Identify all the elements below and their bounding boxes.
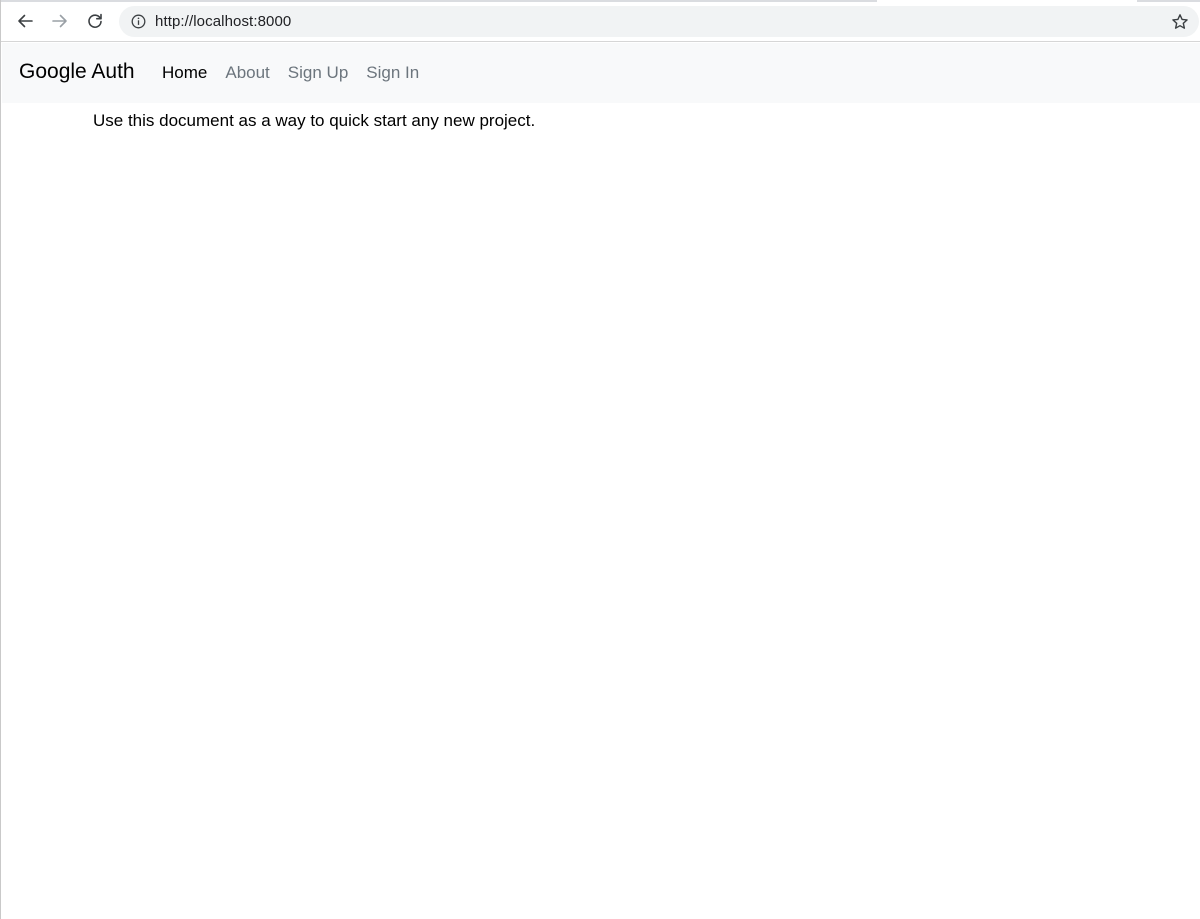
- url-text[interactable]: http://localhost:8000: [155, 12, 291, 31]
- reload-icon: [88, 13, 102, 28]
- forward-button[interactable]: [47, 8, 73, 34]
- site-navbar: Google Auth Home About Sign Up Sign In: [2, 43, 1200, 103]
- address-bar[interactable]: http://localhost:8000: [119, 6, 1199, 37]
- info-icon[interactable]: [131, 14, 146, 29]
- arrow-left-icon: [18, 14, 33, 28]
- tab-strip-edge-right: [1137, 0, 1200, 2]
- reload-button[interactable]: [82, 8, 108, 34]
- nav-links: Home About Sign Up Sign In: [162, 62, 437, 84]
- nav-link-sign-up[interactable]: Sign Up: [288, 62, 348, 84]
- intro-text: Use this document as a way to quick star…: [93, 111, 536, 130]
- nav-link-about[interactable]: About: [225, 62, 269, 84]
- tab-strip-edge: [1, 0, 877, 2]
- arrow-right-icon: [52, 14, 67, 28]
- nav-link-sign-in[interactable]: Sign In: [366, 62, 419, 84]
- navbar-brand[interactable]: Google Auth: [19, 59, 135, 85]
- browser-window: http://localhost:8000 Google Auth Home A…: [0, 0, 1200, 919]
- star-icon[interactable]: [1171, 13, 1189, 31]
- browser-toolbar: http://localhost:8000: [1, 0, 1200, 42]
- back-button[interactable]: [12, 8, 38, 34]
- nav-link-home[interactable]: Home: [162, 62, 207, 84]
